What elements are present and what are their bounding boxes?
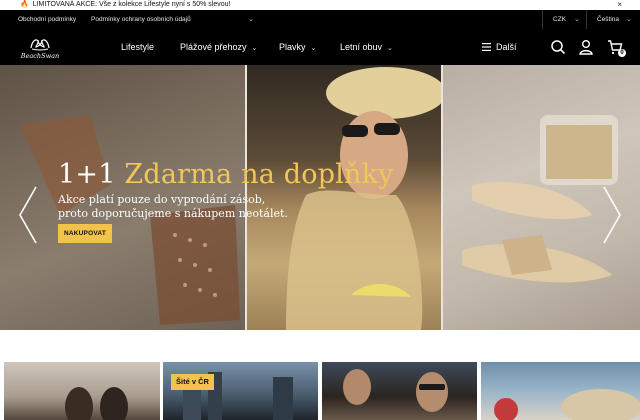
chevron-down-icon: ⌄ <box>310 45 317 52</box>
hero-divider <box>441 65 443 330</box>
chevron-down-icon: ⌄ <box>251 45 258 52</box>
close-icon[interactable]: × <box>617 0 622 10</box>
chevron-down-icon[interactable]: ⌄ <box>248 10 254 29</box>
tile-image <box>183 372 293 420</box>
category-tile[interactable] <box>4 362 160 420</box>
main-navigation: BeachSwan Lifestyle Plážové přehozy ⌄ Pla… <box>0 29 640 65</box>
tile-image <box>65 387 128 420</box>
nav-item-label: Lifestyle <box>121 42 155 52</box>
nav-item-label: Plavky <box>279 42 306 52</box>
nav-item-summer-shoes[interactable]: Letní obuv ⌄ <box>340 29 393 65</box>
search-icon <box>551 40 566 55</box>
category-tile[interactable] <box>163 362 318 420</box>
made-in-cz-badge: Šité v ČR <box>171 374 214 390</box>
currency-selector[interactable]: CZK <box>553 10 566 29</box>
logo-text: BeachSwan <box>20 52 60 60</box>
shop-now-button[interactable]: NAKUPOVAT <box>58 224 112 243</box>
more-label: Další <box>496 42 517 52</box>
fire-icon: 🔥 <box>20 1 29 8</box>
tile-image <box>343 369 448 412</box>
nav-item-label: Plážové přehozy <box>180 42 247 52</box>
category-tile[interactable] <box>481 362 640 420</box>
cart-button[interactable]: 0 <box>606 38 626 57</box>
chevron-down-icon: ⌄ <box>387 45 393 52</box>
menu-icon <box>482 43 491 51</box>
swan-logo-icon <box>30 39 50 51</box>
chevron-down-icon[interactable]: ⌄ <box>574 10 580 29</box>
divider <box>586 10 587 29</box>
tile-image <box>494 389 640 420</box>
nav-item-label: Letní obuv <box>340 42 383 52</box>
hero-subtitle: Akce platí pouze do vyprodání zásob, pro… <box>58 193 288 220</box>
cart-count-badge: 0 <box>618 49 626 57</box>
chevron-left-icon[interactable] <box>18 185 38 245</box>
account-button[interactable] <box>577 38 595 56</box>
utility-bar: Obchodní podmínky Podmínky ochrany osobn… <box>0 10 640 29</box>
terms-link[interactable]: Obchodní podmínky <box>18 10 76 29</box>
nav-item-swimwear[interactable]: Plavky ⌄ <box>279 29 316 65</box>
nav-item-beach-covers[interactable]: Plážové přehozy ⌄ <box>180 29 257 65</box>
hero-title: 1+1 Zdarma na doplňky <box>58 159 394 190</box>
privacy-link[interactable]: Podmínky ochrany osobních údajů <box>91 10 191 29</box>
more-menu-button[interactable]: Další <box>482 29 517 65</box>
chevron-right-icon[interactable] <box>602 185 622 245</box>
search-button[interactable] <box>549 38 567 56</box>
announcement-text: LIMITOVANÁ AKCE: Vše z kolekce Lifestyle… <box>32 1 231 8</box>
chevron-down-icon[interactable]: ⌄ <box>626 10 632 29</box>
category-tile[interactable] <box>322 362 477 420</box>
language-selector[interactable]: Čeština <box>597 10 619 29</box>
hero-banner[interactable]: 1+1 Zdarma na doplňky Akce platí pouze d… <box>0 65 640 330</box>
logo[interactable]: BeachSwan <box>16 32 64 62</box>
user-icon <box>579 40 593 55</box>
nav-item-lifestyle[interactable]: Lifestyle <box>121 29 154 65</box>
announcement-bar: 🔥 LIMITOVANÁ AKCE: Vše z kolekce Lifesty… <box>0 0 640 10</box>
divider <box>542 10 543 29</box>
